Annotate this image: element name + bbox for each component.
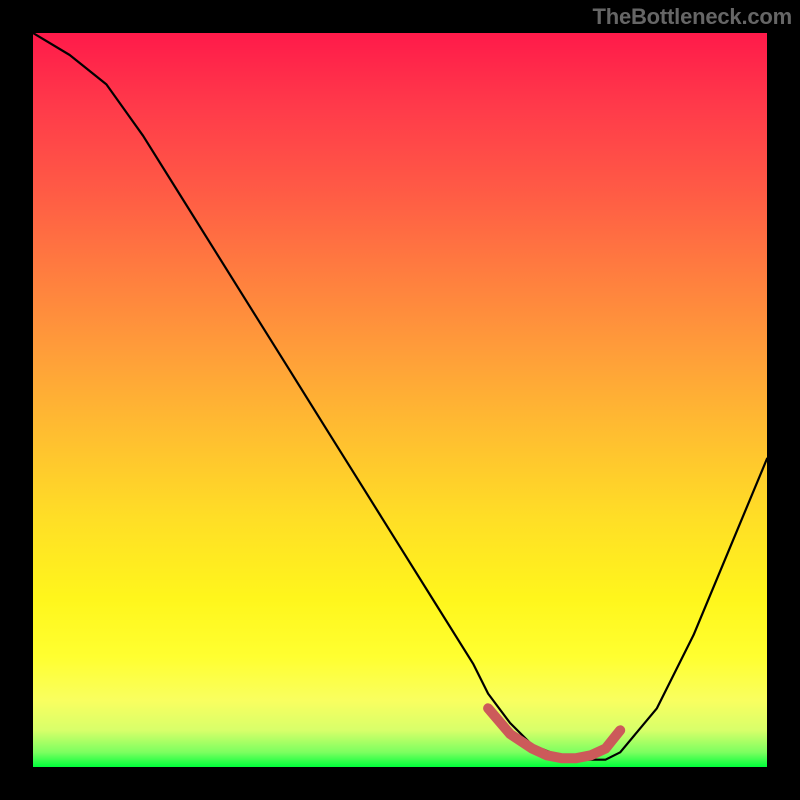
attribution-text: TheBottleneck.com bbox=[592, 4, 792, 30]
chart-svg bbox=[33, 33, 767, 767]
plot-area bbox=[33, 33, 767, 767]
chart-canvas: TheBottleneck.com bbox=[0, 0, 800, 800]
bottleneck-curve bbox=[33, 33, 767, 760]
optimal-range-highlight bbox=[488, 708, 620, 758]
